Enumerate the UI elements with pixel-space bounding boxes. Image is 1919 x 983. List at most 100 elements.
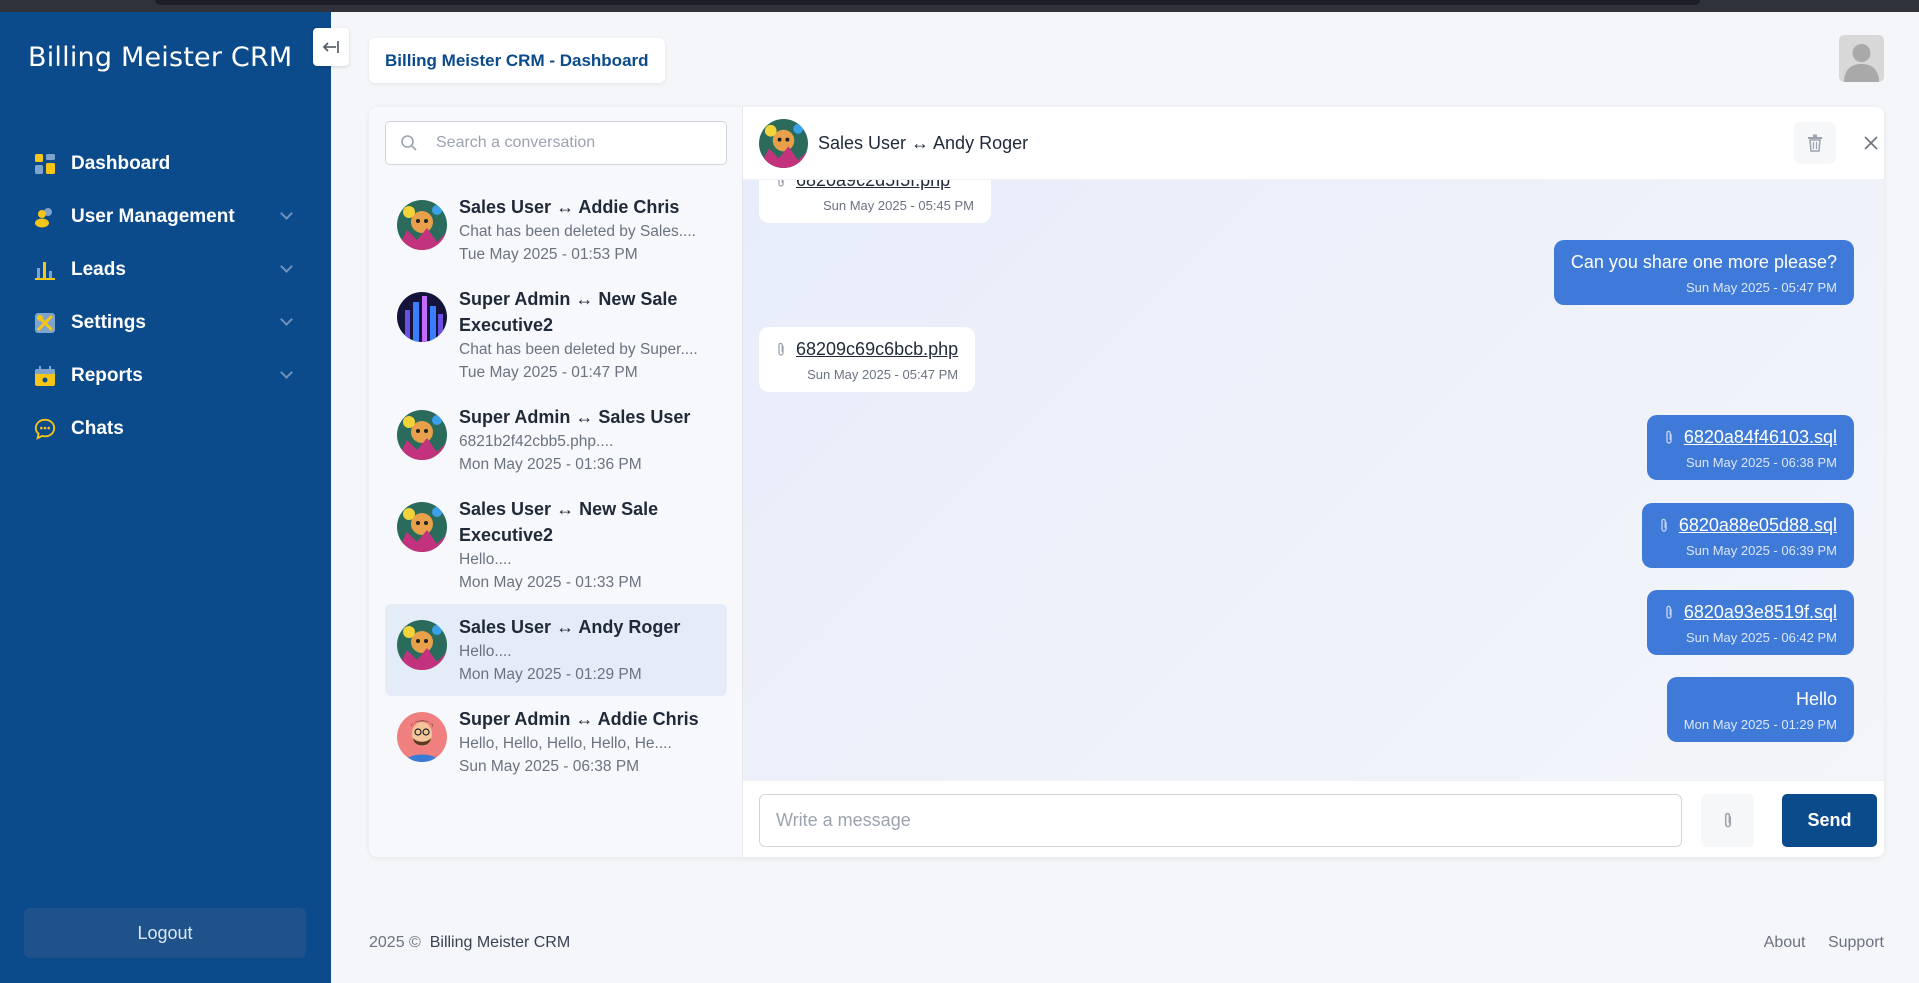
paperclip-icon — [1661, 519, 1667, 532]
sidebar-item-leads[interactable]: Leads — [0, 243, 331, 296]
sidebar-item-chats[interactable]: Chats — [0, 402, 331, 455]
sidebar-item-settings[interactable]: Settings — [0, 296, 331, 349]
conversation-list: Sales User ↔ Addie Chris Chat has been d… — [385, 184, 727, 788]
conversation-item[interactable]: Super Admin ↔ Addie Chris Hello, Hello, … — [385, 696, 727, 788]
message-outgoing: Can you share one more please? Sun May 2… — [1553, 240, 1854, 305]
message-time: Sun May 2025 - 06:38 PM — [1685, 455, 1837, 470]
footer-link-support[interactable]: Support — [1828, 934, 1884, 951]
footer-year: 2025 © — [369, 934, 421, 951]
conversation-time: Mon May 2025 - 01:36 PM — [459, 456, 642, 473]
conversation-time: Tue May 2025 - 01:47 PM — [459, 364, 638, 381]
conversation-preview: Hello.... — [459, 643, 512, 660]
thread-header: Sales User ↔ Andy Roger — [743, 107, 1884, 180]
chevron-down-icon — [280, 207, 293, 220]
arrow-left-icon — [323, 41, 339, 53]
conversation-name: Sales User ↔ New Sale Executive2 — [459, 499, 659, 545]
conversation-item[interactable]: Sales User ↔ New Sale Executive2 Hello..… — [385, 486, 727, 604]
page-title: Billing Meister CRM - Dashboard — [369, 38, 665, 83]
browser-top-strip — [0, 0, 1919, 12]
footer-link-about[interactable]: About — [1764, 934, 1806, 951]
message-time: Sun May 2025 - 06:39 PM — [1685, 543, 1837, 558]
sidebar-item-label: Reports — [71, 364, 143, 386]
footer-links: About Support — [1746, 934, 1884, 952]
message-time: Sun May 2025 - 06:42 PM — [1685, 630, 1837, 645]
search-icon — [401, 135, 417, 151]
sidebar-item-label: User Management — [71, 205, 235, 227]
attach-file-button[interactable] — [1701, 794, 1754, 847]
message-input[interactable] — [759, 794, 1682, 847]
footer-brand: Billing Meister CRM — [429, 934, 571, 951]
conversation-preview: Chat has been deleted by Super.... — [459, 341, 698, 358]
message-outgoing: 6820a84f46103.sql Sun May 2025 - 06:38 P… — [1646, 415, 1854, 480]
user-avatar[interactable] — [1839, 35, 1884, 82]
user-icon — [1844, 44, 1879, 82]
file-link[interactable]: 68209c69c6bcb.php — [796, 339, 958, 359]
message-incoming: 68209c69c6bcb.php Sun May 2025 - 05:47 P… — [759, 327, 976, 392]
calendar-icon — [34, 365, 56, 387]
conversation-item[interactable]: Super Admin ↔ Sales User 6821b2f42cbb5.p… — [385, 394, 727, 486]
dashboard-icon — [34, 153, 56, 175]
close-chat-button[interactable] — [1850, 122, 1884, 164]
conversation-preview: 6821b2f42cbb5.php.... — [459, 433, 614, 450]
collapse-sidebar-button[interactable] — [313, 28, 349, 66]
conversation-name: Sales User ↔ Andy Roger — [459, 617, 681, 637]
tools-icon — [34, 312, 56, 334]
conversation-time: Mon May 2025 - 01:29 PM — [459, 666, 642, 683]
conversation-item-active[interactable]: Sales User ↔ Andy Roger Hello.... Mon Ma… — [385, 604, 727, 696]
conversation-name: Sales User ↔ Addie Chris — [459, 197, 680, 217]
file-link[interactable]: 6820a9c2d5f5f.php — [796, 180, 950, 190]
conversation-preview: Hello.... — [459, 551, 512, 568]
conversation-time: Tue May 2025 - 01:53 PM — [459, 246, 638, 263]
message-outgoing: Hello Mon May 2025 - 01:29 PM — [1666, 677, 1854, 742]
close-icon — [1864, 136, 1878, 150]
conversation-time: Sun May 2025 - 06:38 PM — [459, 758, 640, 775]
chat-thread: Sales User ↔ Andy Roger 6820a9c2d5f5f.ph… — [743, 107, 1884, 857]
message-list: 6820a9c2d5f5f.php Sun May 2025 - 05:45 P… — [743, 180, 1884, 780]
chevron-down-icon — [280, 260, 293, 273]
conversation-item[interactable]: Super Admin ↔ New Sale Executive2 Chat h… — [385, 276, 727, 394]
conversation-name: Super Admin ↔ New Sale Executive2 — [459, 289, 678, 335]
logout-button[interactable]: Logout — [24, 908, 306, 958]
thread-title: Sales User ↔ Andy Roger — [818, 132, 1029, 153]
sidebar: Billing Meister CRM Dashboard User Manag… — [0, 12, 331, 983]
users-icon — [34, 206, 56, 228]
sidebar-item-reports[interactable]: Reports — [0, 349, 331, 402]
avatar — [397, 712, 447, 762]
sidebar-item-label: Dashboard — [71, 152, 171, 174]
message-outgoing: 6820a93e8519f.sql Sun May 2025 - 06:42 P… — [1646, 590, 1854, 655]
conversation-preview: Hello, Hello, Hello, Hello, He.... — [459, 735, 672, 752]
message-outgoing: 6820a88e05d88.sql Sun May 2025 - 06:39 P… — [1641, 503, 1854, 568]
sidebar-item-dashboard[interactable]: Dashboard — [0, 137, 331, 190]
conversation-item[interactable]: Sales User ↔ Addie Chris Chat has been d… — [385, 184, 727, 276]
bar-chart-icon — [34, 259, 56, 281]
message-composer: Send — [743, 780, 1884, 857]
conversation-name: Super Admin ↔ Sales User — [459, 407, 691, 427]
file-link[interactable]: 6820a84f46103.sql — [1684, 427, 1837, 447]
chevron-down-icon — [280, 366, 293, 379]
paperclip-icon — [1666, 431, 1672, 444]
avatar — [397, 620, 447, 670]
message-time: Sun May 2025 - 05:47 PM — [1685, 280, 1837, 295]
paperclip-icon — [1666, 606, 1672, 619]
sidebar-item-label: Settings — [71, 311, 146, 333]
file-link[interactable]: 6820a93e8519f.sql — [1684, 602, 1837, 622]
chevron-down-icon — [280, 313, 293, 326]
brand-title: Billing Meister CRM — [28, 42, 293, 73]
send-button[interactable]: Send — [1782, 794, 1877, 847]
sidebar-item-label: Leads — [71, 258, 126, 280]
message-time: Sun May 2025 - 05:45 PM — [822, 198, 974, 213]
avatar — [397, 502, 447, 552]
sidebar-item-user-management[interactable]: User Management — [0, 190, 331, 243]
message-time: Sun May 2025 - 05:47 PM — [807, 367, 959, 382]
avatar — [759, 118, 808, 168]
search-input[interactable] — [436, 122, 716, 164]
chat-panel: Sales User ↔ Addie Chris Chat has been d… — [369, 107, 1884, 857]
delete-chat-button[interactable] — [1794, 122, 1836, 164]
file-link[interactable]: 6820a88e05d88.sql — [1679, 515, 1837, 535]
conversation-name: Super Admin ↔ Addie Chris — [459, 709, 699, 729]
sidebar-nav: Dashboard User Management Leads Settings — [0, 137, 331, 455]
conversation-search — [385, 121, 727, 165]
avatar — [397, 200, 447, 250]
trash-icon — [1808, 134, 1822, 152]
conversation-pane: Sales User ↔ Addie Chris Chat has been d… — [369, 107, 743, 857]
